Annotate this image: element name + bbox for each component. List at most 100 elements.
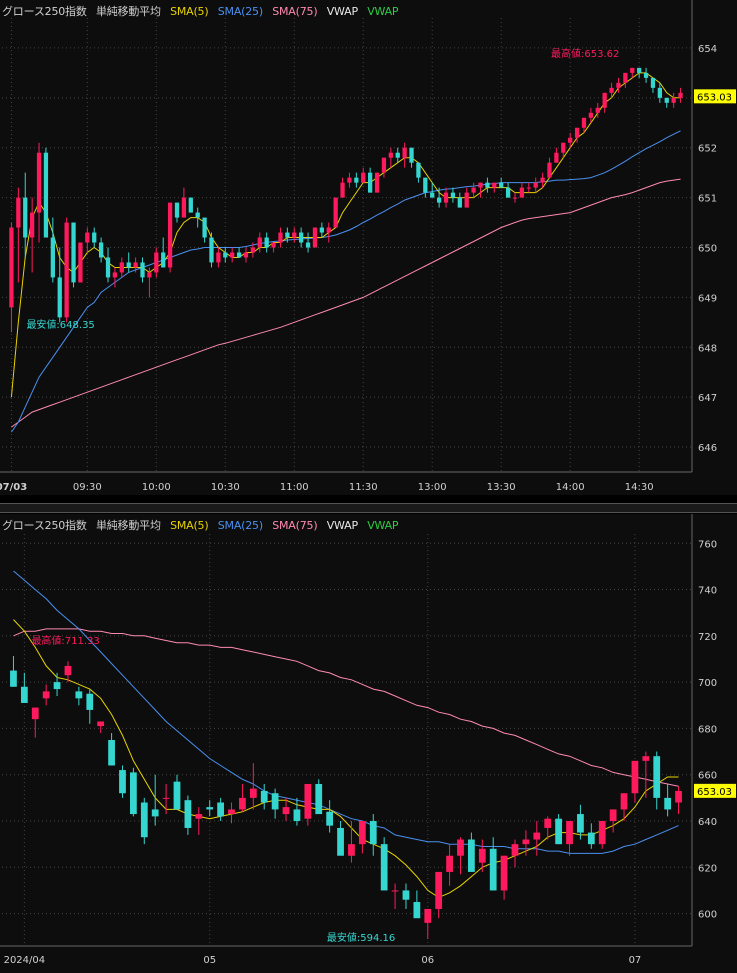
candle-body — [23, 197, 28, 238]
candle-body — [257, 237, 262, 248]
legend-sma5[interactable]: SMA(5) — [170, 519, 209, 532]
candle-body — [50, 237, 55, 278]
legend-title: グロース250指数 — [2, 5, 87, 18]
candle-body — [293, 809, 301, 822]
sma25-line — [13, 570, 679, 854]
candle-body — [92, 232, 97, 243]
candle-body — [653, 756, 661, 798]
x-tick-label: 06 — [421, 955, 434, 966]
candle-body — [315, 783, 323, 815]
candle-body — [478, 182, 483, 188]
candle-body — [202, 217, 207, 238]
candle-body — [206, 807, 214, 810]
candle-body — [130, 772, 137, 815]
high-annotation: 最高値:711.33 — [31, 634, 99, 647]
candle-body — [643, 72, 649, 78]
candle-body — [347, 177, 352, 183]
x-tick-label: 11:30 — [349, 482, 378, 493]
candle-body — [526, 187, 531, 189]
candle-body — [43, 152, 49, 238]
candle-body — [31, 707, 39, 720]
candle-body — [75, 691, 83, 699]
candle-body — [78, 242, 83, 283]
candle-body — [511, 844, 519, 856]
candle-body — [395, 152, 400, 158]
candle-body — [519, 187, 525, 198]
legend-sma25[interactable]: SMA(25) — [218, 519, 263, 532]
candle-body — [173, 781, 181, 810]
candle-body — [402, 890, 410, 900]
candle-body — [413, 902, 421, 919]
candle-body — [154, 252, 159, 273]
candle-body — [236, 252, 242, 258]
x-tick-label: 07/03 — [0, 482, 27, 493]
candle-body — [512, 197, 518, 199]
candle-body — [595, 107, 600, 113]
candle-body — [368, 172, 373, 193]
legend-sma25[interactable]: SMA(25) — [218, 5, 263, 18]
candle-body — [630, 67, 635, 73]
legend-vwap[interactable]: VWAP — [327, 5, 358, 18]
candle-body — [664, 797, 672, 810]
x-tick-label: 14:30 — [625, 482, 654, 493]
candle-body — [312, 227, 318, 248]
legend-sma75[interactable]: SMA(75) — [272, 5, 317, 18]
low-annotation: 最安値:594.16 — [327, 931, 395, 944]
candle-body — [620, 793, 628, 810]
candle-body — [574, 127, 580, 138]
candle-body — [195, 814, 203, 819]
legend-vwap[interactable]: VWAP — [327, 519, 358, 532]
candle-body — [435, 871, 443, 909]
candle-body — [239, 797, 246, 810]
candle-body — [598, 821, 606, 845]
legend-sma75[interactable]: SMA(75) — [272, 519, 317, 532]
candle-body — [133, 262, 138, 268]
candle-body — [588, 112, 594, 118]
candle-body — [468, 839, 475, 872]
y-tick-label: 760 — [698, 539, 717, 550]
candle-body — [642, 756, 650, 761]
candle-body — [581, 117, 587, 128]
candle-body — [119, 770, 126, 794]
candle-body — [140, 262, 145, 278]
candle-body — [500, 855, 508, 891]
candle-body — [489, 848, 497, 891]
last-price-label: 653.03 — [697, 787, 732, 798]
candle-body — [354, 177, 359, 183]
candle-body — [664, 97, 669, 103]
candle-body — [151, 809, 159, 817]
candle-body — [443, 192, 449, 203]
candle-body — [42, 691, 50, 699]
candle-body — [675, 790, 682, 803]
candle-body — [98, 242, 104, 258]
candle-body — [10, 670, 17, 687]
candle-body — [505, 187, 511, 198]
candle-body — [388, 152, 393, 158]
candle-body — [53, 682, 61, 690]
candle-body — [566, 821, 573, 845]
candle-body — [587, 832, 595, 845]
candle-body — [409, 147, 414, 163]
candle-body — [86, 693, 94, 710]
legend-vwap2[interactable]: VWAP — [367, 519, 398, 532]
daily-panel: 600 620 640 660 680 700 720 740 760 2024/04 05 06 07… — [0, 514, 737, 973]
candle-body — [184, 800, 192, 828]
y-tick-label: 652 — [698, 144, 717, 155]
legend-sma5[interactable]: SMA(5) — [170, 5, 209, 18]
candle-body — [533, 832, 541, 840]
y-tick-label: 620 — [698, 863, 717, 874]
candle-body — [230, 252, 235, 258]
legend-vwap2[interactable]: VWAP — [367, 5, 398, 18]
candle-body — [602, 92, 607, 108]
candle-body — [423, 177, 428, 193]
candle-body — [424, 908, 432, 923]
candle-body — [450, 192, 456, 198]
candle-body — [64, 222, 69, 318]
candle-body — [348, 844, 355, 856]
x-tick-label: 07 — [629, 955, 642, 966]
sma5-line — [10, 72, 681, 398]
panel-splitter[interactable] — [0, 503, 737, 513]
x-tick-label: 13:30 — [487, 482, 516, 493]
candle-body — [271, 242, 276, 248]
candle-body — [637, 67, 642, 73]
